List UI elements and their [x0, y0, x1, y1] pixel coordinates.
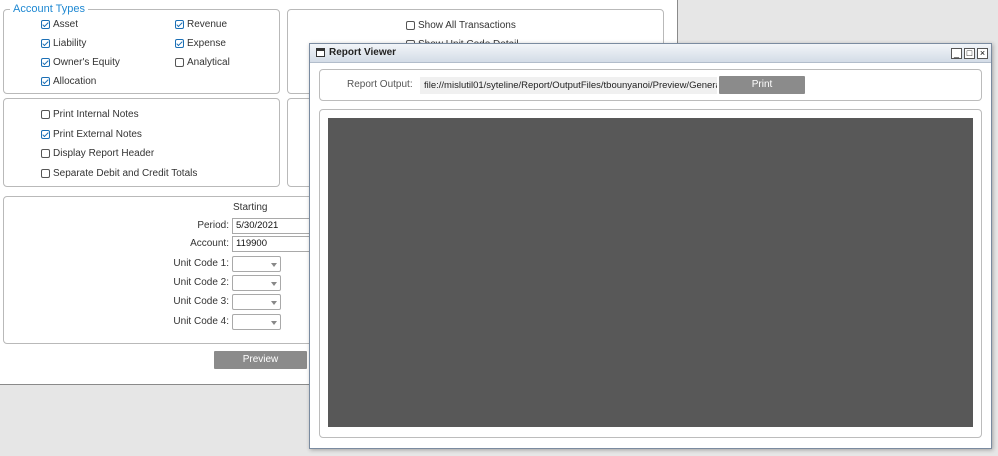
expense-checkbox[interactable]: Expense [175, 36, 226, 50]
period-value: 5/30/2021 [236, 220, 279, 231]
print-external-notes-checkbox[interactable]: Print External Notes [41, 127, 142, 141]
chevron-down-icon [271, 321, 277, 325]
report-viewer-window: Report Viewer _ □ × Report Output: file:… [309, 43, 992, 449]
account-input[interactable]: 119900 [232, 236, 312, 252]
separate-debit-credit-checkbox[interactable]: Separate Debit and Credit Totals [41, 166, 197, 180]
close-button[interactable]: × [977, 48, 988, 59]
account-types-group: Account Types Asset Liability Owner's Eq… [3, 2, 280, 94]
checkbox-unchecked-icon [41, 168, 50, 178]
revenue-label: Revenue [187, 18, 228, 30]
unit-code-2-label: Unit Code 2: [173, 277, 229, 288]
unit-code-4-label: Unit Code 4: [173, 316, 229, 327]
maximize-button[interactable]: □ [964, 48, 975, 59]
checkbox-unchecked-icon [175, 57, 184, 67]
display-report-header-label: Display Report Header [53, 147, 155, 159]
report-output-group: Report Output: file://mislutil01/sytelin… [319, 69, 982, 101]
show-all-transactions-label: Show All Transactions [418, 19, 516, 31]
asset-checkbox[interactable]: Asset [41, 17, 78, 31]
owners-equity-checkbox[interactable]: Owner's Equity [41, 55, 120, 69]
unit-code-1-label: Unit Code 1: [173, 258, 229, 269]
account-types-legend: Account Types [10, 2, 88, 16]
analytical-checkbox[interactable]: Analytical [175, 55, 230, 69]
analytical-label: Analytical [187, 56, 230, 68]
checkbox-unchecked-icon [406, 20, 415, 30]
chevron-down-icon [271, 282, 277, 286]
asset-label: Asset [53, 18, 79, 30]
checkbox-checked-icon [41, 129, 50, 139]
checkbox-checked-icon [41, 76, 50, 86]
allocation-checkbox[interactable]: Allocation [41, 74, 96, 88]
report-preview-group [319, 109, 982, 438]
minimize-button[interactable]: _ [951, 48, 962, 59]
checkbox-checked-icon [175, 38, 184, 48]
starting-header: Starting [233, 202, 268, 213]
unit-code-3-combo[interactable] [232, 294, 281, 310]
owners-equity-label: Owner's Equity [53, 56, 120, 68]
checkbox-unchecked-icon [41, 148, 50, 158]
liability-checkbox[interactable]: Liability [41, 36, 86, 50]
window-title: Report Viewer [329, 47, 397, 58]
unit-code-2-combo[interactable] [232, 275, 281, 291]
window-titlebar[interactable]: Report Viewer _ □ × [310, 44, 991, 63]
report-output-value: file://mislutil01/syteline/Report/Output… [424, 80, 717, 91]
unit-code-4-combo[interactable] [232, 314, 281, 330]
report-output-label: Report Output: [347, 79, 413, 90]
checkbox-checked-icon [175, 19, 184, 29]
expense-label: Expense [187, 37, 226, 49]
unit-code-1-combo[interactable] [232, 256, 281, 272]
separate-debit-credit-label: Separate Debit and Credit Totals [53, 167, 198, 179]
checkbox-checked-icon [41, 19, 50, 29]
liability-label: Liability [53, 37, 87, 49]
unit-code-3-label: Unit Code 3: [173, 296, 229, 307]
chevron-down-icon [271, 301, 277, 305]
show-all-transactions-checkbox[interactable]: Show All Transactions [406, 18, 516, 32]
print-internal-notes-label: Print Internal Notes [53, 108, 139, 120]
revenue-checkbox[interactable]: Revenue [175, 17, 227, 31]
print-internal-notes-checkbox[interactable]: Print Internal Notes [41, 107, 139, 121]
checkbox-checked-icon [41, 57, 50, 67]
period-input[interactable]: 5/30/2021 [232, 218, 312, 234]
allocation-label: Allocation [53, 75, 97, 87]
print-external-notes-label: Print External Notes [53, 128, 142, 140]
display-report-header-checkbox[interactable]: Display Report Header [41, 146, 154, 160]
report-output-field[interactable]: file://mislutil01/syteline/Report/Output… [420, 77, 717, 94]
window-icon [316, 48, 325, 57]
print-button[interactable]: Print [719, 76, 805, 94]
chevron-down-icon [271, 263, 277, 267]
report-preview-area[interactable] [328, 118, 973, 427]
preview-button[interactable]: Preview [214, 351, 307, 369]
account-label: Account: [190, 238, 229, 249]
checkbox-checked-icon [41, 38, 50, 48]
account-value: 119900 [236, 238, 267, 249]
period-label: Period: [197, 220, 229, 231]
checkbox-unchecked-icon [41, 109, 50, 119]
notes-options-group: Print Internal Notes Print External Note… [3, 98, 280, 187]
